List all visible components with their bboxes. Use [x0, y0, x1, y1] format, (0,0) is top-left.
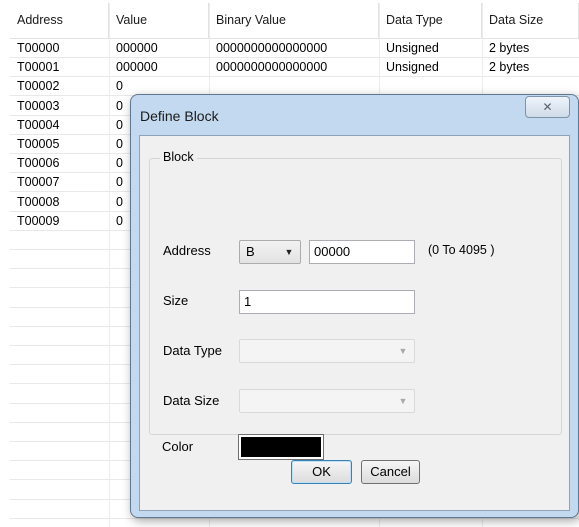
table-cell: T00008 [17, 194, 60, 209]
table-cell: T00009 [17, 213, 60, 228]
data-type-label: Data Type [163, 343, 223, 358]
close-button[interactable]: ✕ [525, 96, 570, 118]
column-header[interactable]: Value [109, 3, 209, 38]
dialog-client-area: Block Address B ▼ 00000 (0 To 4095 ) Siz… [139, 135, 570, 511]
address-type-select[interactable]: B ▼ [239, 240, 301, 264]
address-type-value: B [246, 244, 255, 259]
define-block-dialog: Define Block ✕ Block Address B ▼ 00000 (… [130, 94, 579, 518]
color-picker-button[interactable] [238, 434, 324, 460]
block-groupbox: Block Address B ▼ 00000 (0 To 4095 ) Siz… [149, 150, 562, 435]
ok-button[interactable]: OK [291, 460, 352, 484]
color-label: Color [162, 439, 194, 454]
table-row[interactable]: T00000 000000 0000000000000000 Unsigned 2 by… [10, 39, 579, 58]
column-header[interactable]: Address [10, 3, 109, 38]
table-cell: 0000000000000000 [216, 60, 328, 75]
close-x-icon: ✕ [542, 100, 553, 114]
table-cell: Unsigned [386, 41, 439, 55]
color-swatch-fill [241, 437, 321, 457]
table-cell: Unsigned [386, 60, 439, 75]
table-cell: 000000 [116, 60, 158, 75]
table-cell: 2 bytes [489, 60, 530, 75]
chevron-down-icon: ▼ [398, 396, 408, 406]
grid-divider [109, 3, 110, 527]
table-cell: T00003 [17, 98, 60, 113]
table-cell: 2 bytes [489, 41, 530, 55]
table-cell: 000000 [116, 41, 158, 55]
table-cell: T00007 [17, 175, 60, 190]
chevron-down-icon: ▼ [398, 346, 408, 356]
address-label: Address [163, 243, 211, 258]
dialog-title: Define Block [140, 108, 219, 124]
chevron-down-icon: ▼ [284, 247, 294, 257]
size-label: Size [163, 293, 189, 308]
table-cell: T00004 [17, 117, 60, 132]
cancel-button[interactable]: Cancel [361, 460, 420, 484]
address-range-text: (0 To 4095 ) [428, 243, 495, 257]
table-cell: T00005 [17, 137, 60, 151]
grid-header: Address Value Binary Value Data Type Data Si… [10, 3, 579, 39]
data-size-label: Data Size [163, 393, 220, 408]
table-cell: 0000000000000000 [216, 41, 328, 55]
data-size-select[interactable]: ▼ [239, 389, 415, 413]
column-header[interactable]: Data Type [379, 3, 482, 38]
column-header[interactable]: Data Size [482, 3, 579, 38]
address-input[interactable]: 00000 [309, 240, 415, 264]
table-cell: T00000 [17, 41, 60, 55]
table-cell: T00002 [17, 79, 60, 94]
table-cell: T00001 [17, 60, 60, 75]
data-type-select[interactable]: ▼ [239, 339, 415, 363]
size-input[interactable]: 1 [239, 290, 415, 314]
table-cell: T00006 [17, 156, 60, 171]
block-group-title: Block [160, 150, 197, 164]
table-row[interactable]: T00001 000000 0000000000000000 Unsigned 2 by… [10, 58, 579, 78]
column-header[interactable]: Binary Value [209, 3, 379, 38]
